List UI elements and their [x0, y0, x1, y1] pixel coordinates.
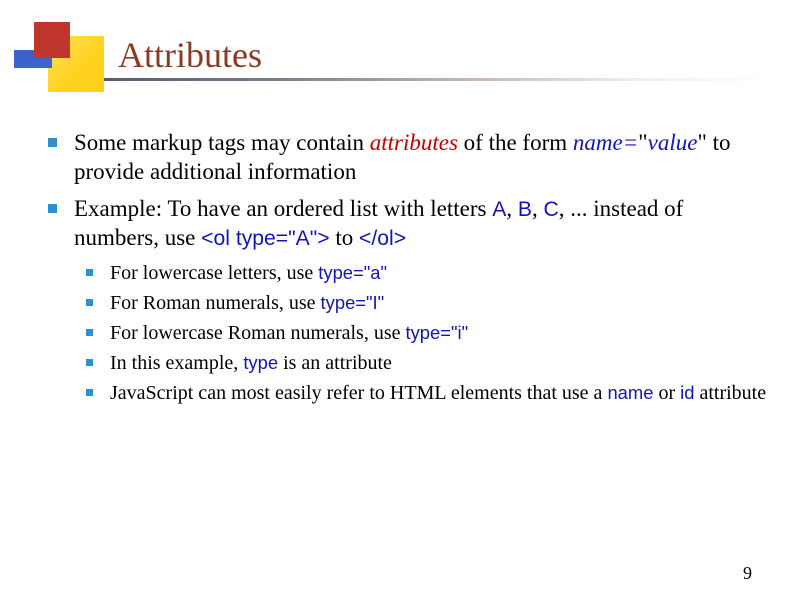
text: Example: To have an ordered list with le… [74, 196, 492, 221]
text: , [532, 196, 544, 221]
text: JavaScript can most easily refer to HTML… [110, 382, 607, 404]
code-open-ol: <ol type="A"> [201, 227, 330, 250]
text: of the form [458, 130, 573, 155]
code-type-I: type="I" [321, 292, 385, 313]
slide-title: Attributes [118, 34, 262, 76]
letter-c: C [543, 198, 558, 221]
header: Attributes [0, 0, 800, 95]
letter-b: B [518, 198, 532, 221]
sub-bullet-5: JavaScript can most easily refer to HTML… [84, 380, 768, 406]
text: For Roman numerals, use [110, 292, 321, 314]
text: In this example, [110, 352, 243, 374]
code-type-a: type="a" [318, 262, 387, 283]
page-number: 9 [743, 563, 752, 584]
text: For lowercase letters, use [110, 262, 318, 284]
title-underline [104, 78, 776, 81]
sub-bullet-2: For Roman numerals, use type="I" [84, 290, 768, 316]
text: For lowercase Roman numerals, use [110, 322, 405, 344]
code-id: id [680, 382, 694, 403]
sub-bullet-3: For lowercase Roman numerals, use type="… [84, 320, 768, 346]
content-area: Some markup tags may contain attributes … [48, 128, 768, 410]
quote-open: " [638, 130, 647, 155]
kw-eq: = [623, 130, 639, 155]
sub-bullet-1: For lowercase letters, use type="a" [84, 260, 768, 286]
slide: Attributes Some markup tags may contain … [0, 0, 800, 600]
kw-value: value [648, 130, 698, 155]
text: is an attribute [278, 352, 392, 374]
text: to [330, 225, 359, 250]
quote-close: " [697, 130, 706, 155]
code-name: name [607, 382, 653, 403]
keyword-attributes: attributes [370, 130, 458, 155]
letter-a: A [492, 198, 506, 221]
code-type: type [243, 352, 278, 373]
code-type-i: type="i" [405, 322, 468, 343]
text: , [506, 196, 518, 221]
bullet-2: Example: To have an ordered list with le… [48, 194, 768, 253]
code-close-ol: </ol> [359, 227, 406, 250]
decor-red-square [34, 22, 70, 58]
text: or [653, 382, 680, 404]
bullet-1: Some markup tags may contain attributes … [48, 128, 768, 187]
sub-bullet-4: In this example, type is an attribute [84, 350, 768, 376]
text: attribute [694, 382, 766, 404]
kw-name: name [573, 130, 623, 155]
text: Some markup tags may contain [74, 130, 370, 155]
